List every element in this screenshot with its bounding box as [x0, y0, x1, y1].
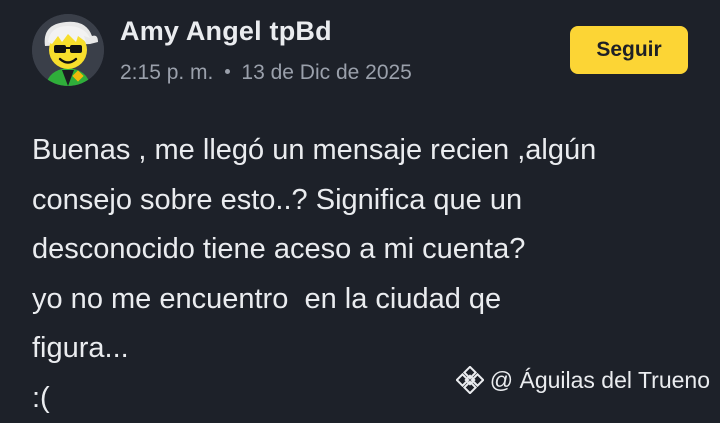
avatar[interactable] — [32, 14, 104, 86]
post-body-line: consejo sobre esto..? Significa que un — [32, 176, 712, 226]
post-date: 13 de Dic de 2025 — [241, 61, 411, 85]
author-name[interactable]: Amy Angel tpBd — [120, 16, 332, 47]
follow-button[interactable]: Seguir — [570, 26, 688, 74]
watermark-text: @ Águilas del Trueno — [490, 367, 710, 394]
post-body-line: Buenas , me llegó un mensaje recien ,alg… — [32, 126, 712, 176]
binance-logo-icon — [456, 366, 484, 394]
post-time: 2:15 p. m. — [120, 61, 213, 85]
post-body-line: yo no me encuentro en la ciudad qe — [32, 275, 712, 325]
avatar-image — [32, 14, 104, 86]
post-card: Amy Angel tpBd 2:15 p. m. 13 de Dic de 2… — [0, 0, 720, 404]
separator-dot — [225, 69, 230, 74]
post-body-line: desconocido tiene aceso a mi cuenta? — [32, 225, 712, 275]
watermark: @ Águilas del Trueno — [456, 366, 710, 394]
post-meta: 2:15 p. m. 13 de Dic de 2025 — [120, 61, 412, 85]
